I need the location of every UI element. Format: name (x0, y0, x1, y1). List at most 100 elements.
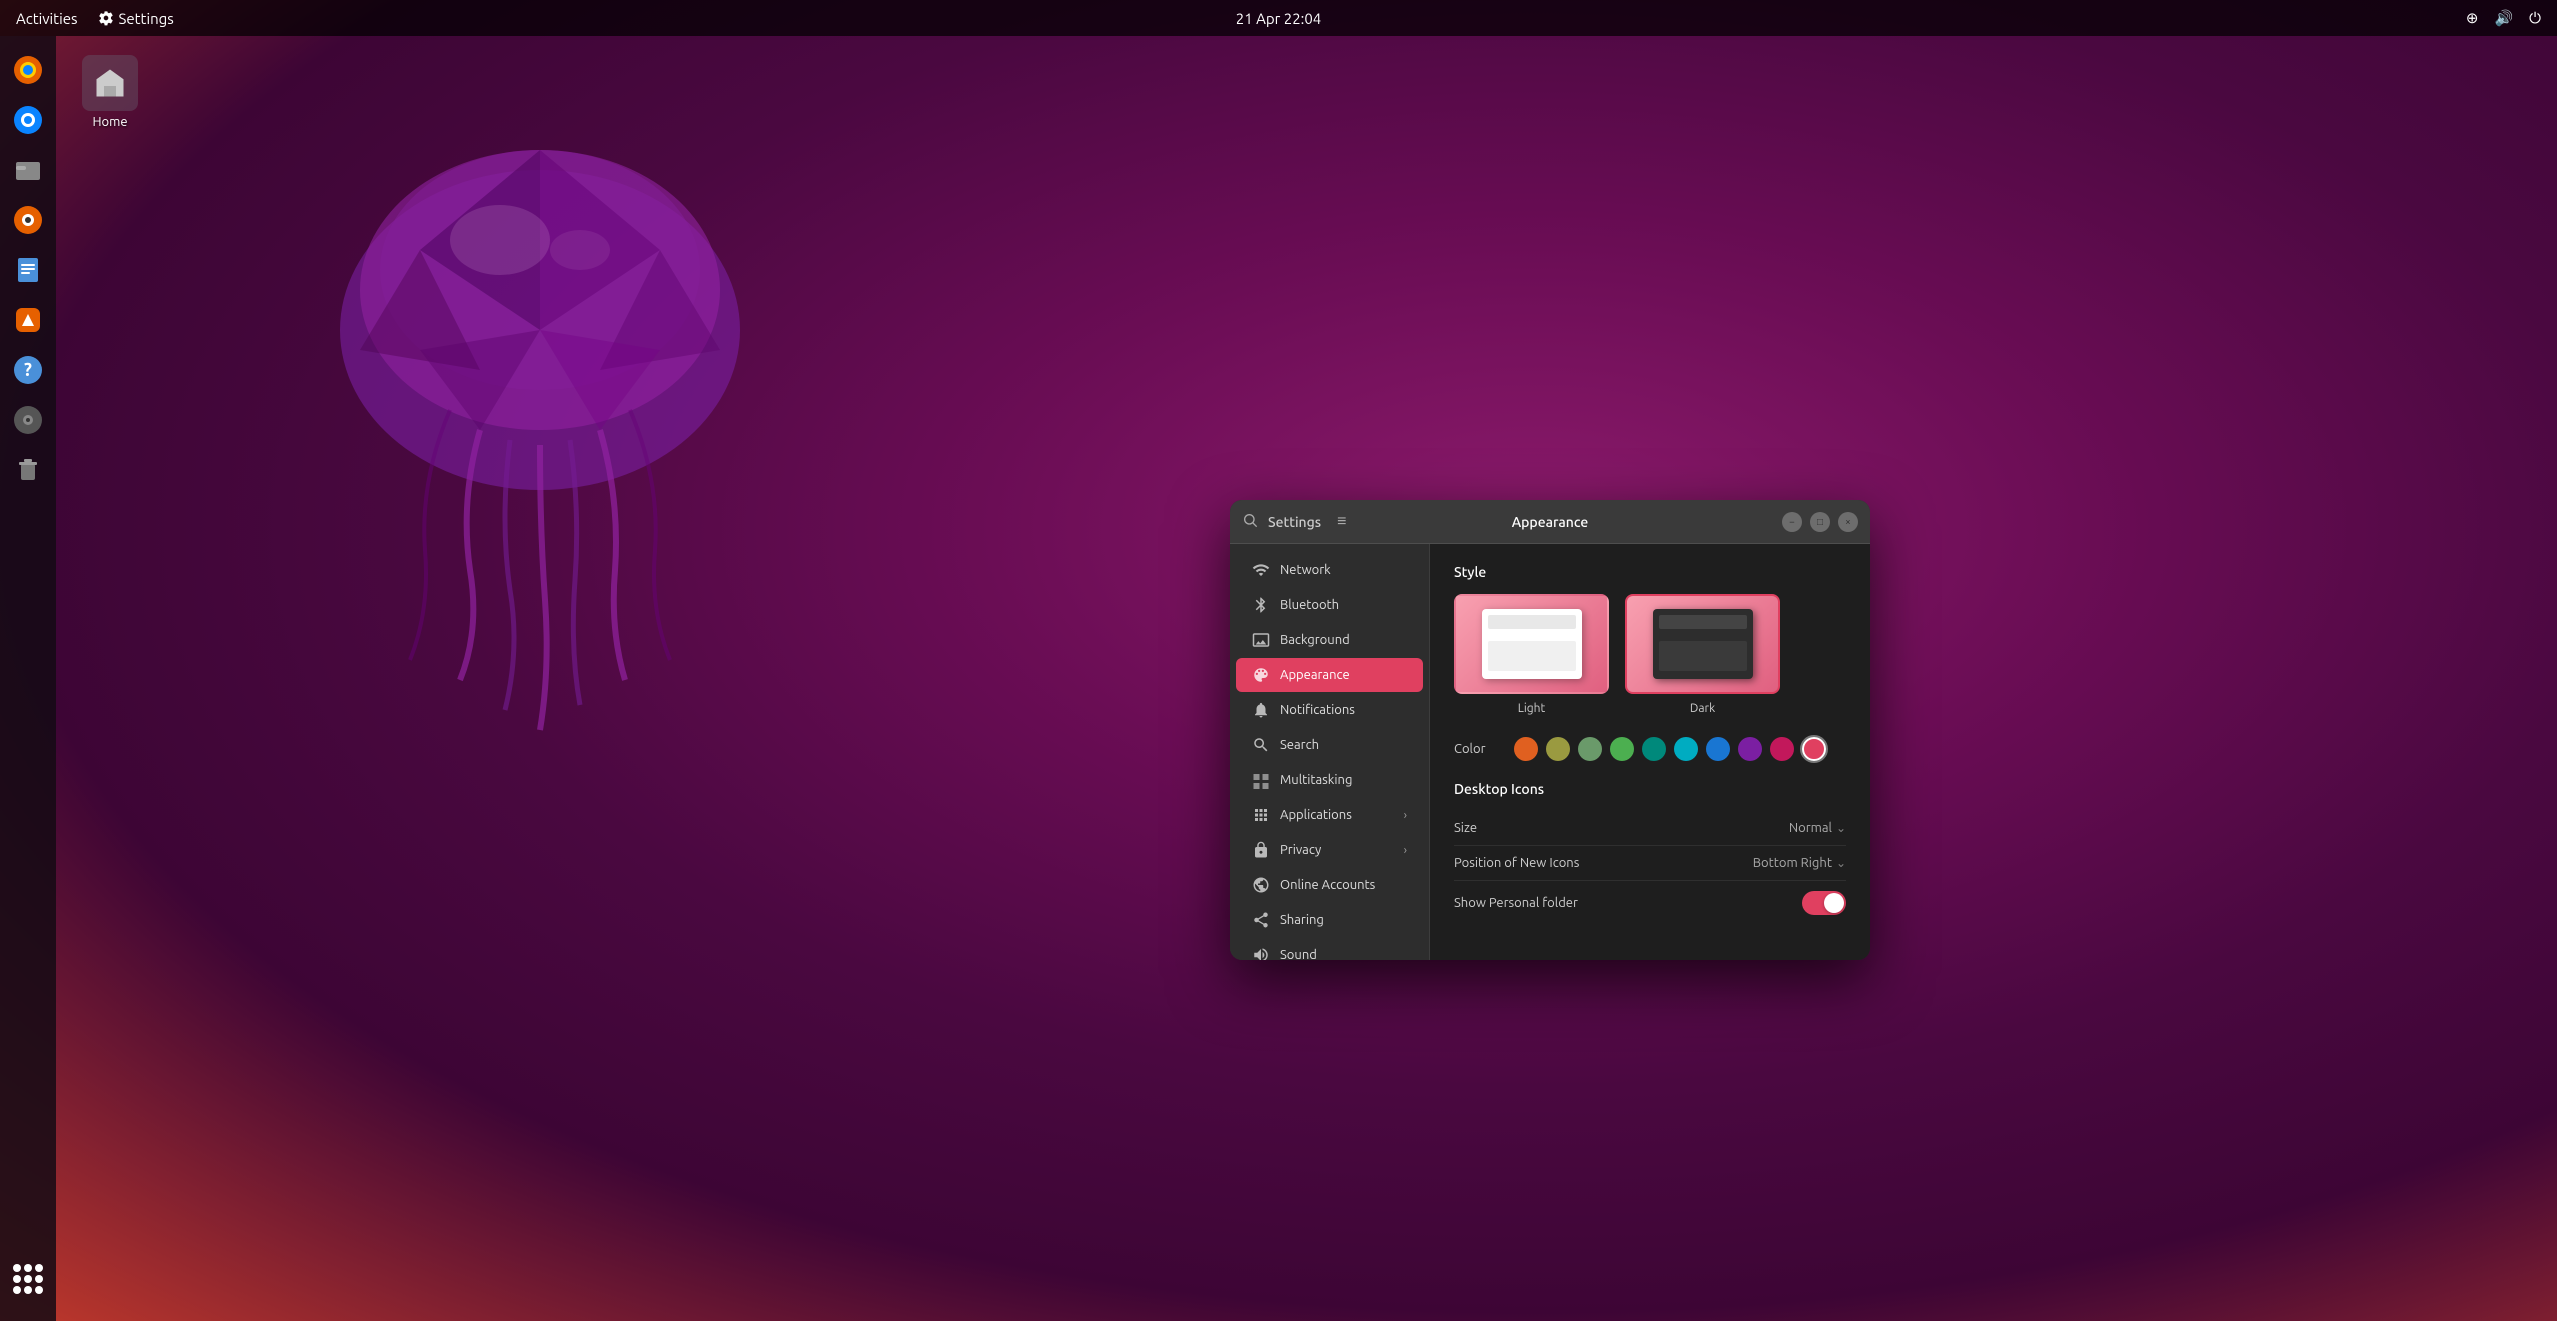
trash-icon (12, 454, 44, 486)
minimize-button[interactable]: − (1782, 512, 1802, 532)
dock-item-rhythmbox[interactable] (6, 198, 50, 242)
color-swatch-pink[interactable] (1770, 737, 1794, 761)
window-controls: − □ × (1658, 512, 1858, 532)
sharing-icon (1252, 911, 1270, 929)
titlebar-left: Settings ≡ (1242, 512, 1442, 532)
dock-item-settings[interactable] (6, 398, 50, 442)
color-swatch-sage[interactable] (1578, 737, 1602, 761)
color-swatch-teal[interactable] (1642, 737, 1666, 761)
position-dropdown[interactable]: Bottom Right ⌄ (1753, 856, 1846, 870)
color-label: Color (1454, 742, 1514, 756)
color-swatch-olive[interactable] (1546, 737, 1570, 761)
sidebar-item-background[interactable]: Background (1236, 623, 1423, 657)
sidebar-item-appearance[interactable]: Appearance (1236, 658, 1423, 692)
system-tray-volume[interactable]: 🔊 (2494, 9, 2513, 27)
personal-folder-toggle[interactable] (1802, 891, 1846, 915)
window-titlebar: Settings ≡ Appearance − □ × (1230, 500, 1870, 544)
position-label: Position of New Icons (1454, 856, 1579, 870)
position-row: Position of New Icons Bottom Right ⌄ (1454, 846, 1846, 881)
color-row: Color (1454, 737, 1846, 761)
position-chevron-icon: ⌄ (1836, 856, 1846, 870)
personal-folder-label: Show Personal folder (1454, 896, 1578, 910)
color-swatch-green[interactable] (1610, 737, 1634, 761)
settings-dock-icon (12, 404, 44, 436)
color-swatch-purple[interactable] (1738, 737, 1762, 761)
sidebar-item-online-accounts[interactable]: Online Accounts (1236, 868, 1423, 902)
search-sidebar-icon (1252, 736, 1270, 754)
bluetooth-icon (1252, 596, 1270, 614)
theme-cards: Light Dark (1454, 594, 1846, 715)
files-icon (12, 154, 44, 186)
color-swatch-cyan[interactable] (1674, 737, 1698, 761)
dock-item-files[interactable] (6, 148, 50, 192)
applications-chevron-icon: › (1404, 809, 1407, 822)
system-tray-power[interactable]: ⏻ (2529, 9, 2541, 27)
color-swatch-blue[interactable] (1706, 737, 1730, 761)
notifications-icon (1252, 701, 1270, 719)
theme-card-dark[interactable]: Dark (1625, 594, 1780, 715)
titlebar-search-icon[interactable] (1242, 512, 1258, 532)
sidebar-item-notifications[interactable]: Notifications (1236, 693, 1423, 727)
privacy-icon (1252, 841, 1270, 859)
apps-grid-icon (13, 1264, 43, 1294)
sidebar-item-applications[interactable]: Applications › (1236, 798, 1423, 832)
style-section-title: Style (1454, 564, 1846, 580)
theme-card-light[interactable]: Light (1454, 594, 1609, 715)
dark-theme-preview (1625, 594, 1780, 694)
close-button[interactable]: × (1838, 512, 1858, 532)
appearance-content: Style Light (1430, 544, 1870, 960)
topbar-left: Activities Settings (16, 10, 174, 27)
settings-sidebar: Network Bluetooth Background (1230, 544, 1430, 960)
size-row: Size Normal ⌄ (1454, 811, 1846, 846)
size-dropdown[interactable]: Normal ⌄ (1789, 821, 1846, 835)
dark-theme-label: Dark (1690, 702, 1715, 715)
software-icon (12, 304, 44, 336)
sidebar-item-multitasking[interactable]: Multitasking (1236, 763, 1423, 797)
background-icon (1252, 631, 1270, 649)
maximize-button[interactable]: □ (1810, 512, 1830, 532)
personal-folder-row: Show Personal folder (1454, 881, 1846, 925)
settings-gear-icon (98, 10, 114, 26)
system-tray-users[interactable]: ⊕ (2466, 9, 2479, 27)
topbar-right: ⊕ 🔊 ⏻ (2466, 9, 2541, 27)
settings-topbar-button[interactable]: Settings (98, 10, 174, 27)
titlebar-panel-title: Appearance (1442, 514, 1658, 530)
dock-item-help[interactable]: ? (6, 348, 50, 392)
sidebar-item-network[interactable]: Network (1236, 553, 1423, 587)
privacy-chevron-icon: › (1404, 844, 1407, 857)
sidebar-item-bluetooth[interactable]: Bluetooth (1236, 588, 1423, 622)
sidebar-item-search[interactable]: Search (1236, 728, 1423, 762)
multitasking-icon (1252, 771, 1270, 789)
activities-button[interactable]: Activities (16, 10, 78, 27)
sidebar-item-sound[interactable]: Sound (1236, 938, 1423, 960)
home-desktop-icon[interactable]: Home (82, 55, 138, 129)
online-accounts-icon (1252, 876, 1270, 894)
dark-theme-mock-window (1653, 609, 1753, 679)
dock-item-firefox[interactable] (6, 48, 50, 92)
sidebar-item-sharing[interactable]: Sharing (1236, 903, 1423, 937)
position-value: Bottom Right (1753, 856, 1832, 870)
dock-item-thunderbird[interactable] (6, 98, 50, 142)
titlebar-menu-icon[interactable]: ≡ (1337, 512, 1346, 531)
network-icon (1252, 561, 1270, 579)
search-icon (1242, 512, 1258, 528)
dock-item-software[interactable] (6, 298, 50, 342)
appearance-icon (1252, 666, 1270, 684)
topbar-datetime: 21 Apr 22:04 (1236, 10, 1322, 27)
applications-icon (1252, 806, 1270, 824)
light-theme-mock-window (1482, 609, 1582, 679)
dock-item-libreoffice[interactable] (6, 248, 50, 292)
dock-item-trash[interactable] (6, 448, 50, 492)
jellyfish-decoration (100, 50, 1000, 750)
color-swatch-orange[interactable] (1514, 737, 1538, 761)
desktop-icons-title: Desktop Icons (1454, 781, 1846, 797)
home-icon-image (82, 55, 138, 111)
settings-window: Settings ≡ Appearance − □ × (1230, 500, 1870, 960)
help-icon: ? (12, 354, 44, 386)
dock-apps-grid-button[interactable] (6, 1257, 50, 1301)
titlebar-app-title: Settings (1268, 514, 1321, 530)
dock: ? (0, 36, 56, 1321)
sidebar-item-privacy[interactable]: Privacy › (1236, 833, 1423, 867)
color-swatch-red[interactable] (1802, 737, 1826, 761)
color-swatches (1514, 737, 1826, 761)
